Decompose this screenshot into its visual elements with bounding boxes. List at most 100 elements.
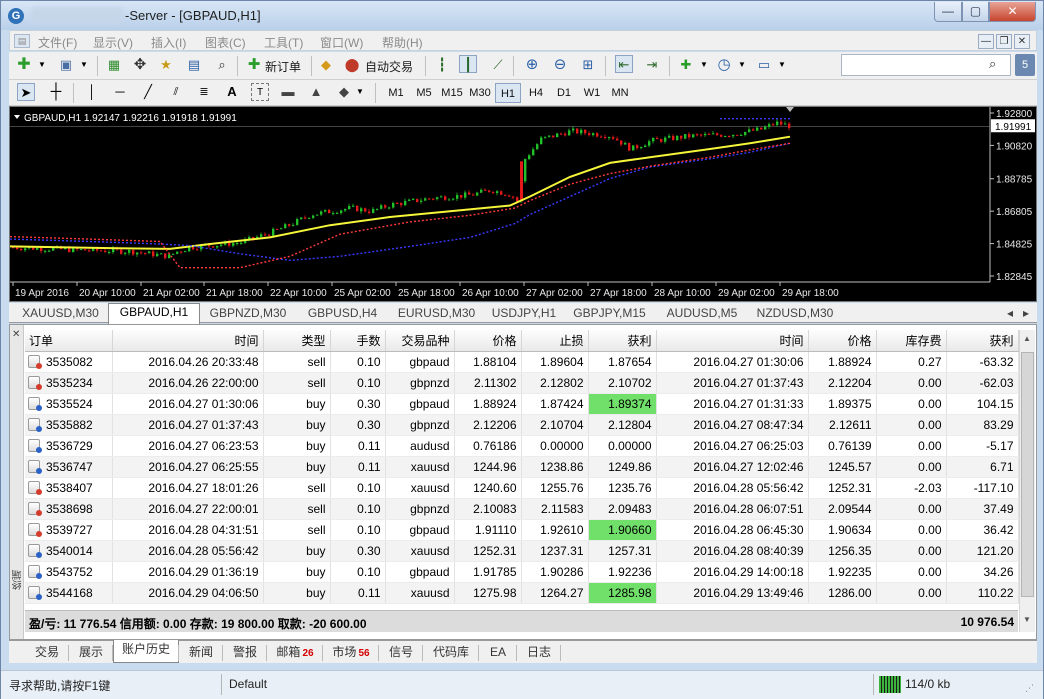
table-row[interactable]: 3535234 2016.04.26 22:00:00 sell 0.10 gbpnzd… [25,372,1019,394]
bar-chart-icon[interactable]: ┇ [433,56,451,74]
table-row[interactable]: 3535882 2016.04.27 01:37:43 buy 0.30 gbpnzd 2… [25,414,1019,436]
dropdown-arrow-icon[interactable]: ▼ [351,83,369,101]
table-row[interactable]: 3536747 2016.04.27 06:25:55 buy 0.11 xauusd 1… [25,456,1019,478]
column-header[interactable]: 价格 [454,330,522,352]
table-row[interactable]: 3535524 2016.04.27 01:30:06 buy 0.30 gbpaud 1… [25,393,1019,415]
menu-file[interactable]: 文件(F) [38,34,77,51]
terminal-tab-0[interactable]: 交易 [25,643,69,663]
doc-icon[interactable]: ▤ [14,34,30,48]
scrollbar-thumb[interactable] [1021,352,1034,597]
text-label-icon[interactable]: T [251,83,269,101]
mdi-close-icon[interactable]: ✕ [1014,34,1030,49]
new-order-button[interactable]: 新订单 [265,58,301,75]
strategy-tester-icon[interactable]: ⌕ [213,56,231,74]
trendline-icon[interactable]: ╱ [139,83,157,101]
mdi-minimize-icon[interactable]: — [978,34,994,49]
timeframe-m15[interactable]: M15 [439,83,465,103]
column-header[interactable]: 交易品种 [385,330,455,352]
dropdown-arrow-icon[interactable]: ▼ [733,56,751,74]
new-order-icon[interactable]: ✚ [245,56,263,74]
table-row[interactable]: 3535082 2016.04.26 20:33:48 sell 0.10 gbpaud… [25,351,1019,373]
rectangle-icon[interactable]: ▬ [279,83,297,101]
timeframe-d1[interactable]: D1 [551,83,577,103]
vertical-line-icon[interactable]: │ [83,83,101,101]
menu-charts[interactable]: 图表(C) [205,34,246,51]
tab-scroll-left-icon[interactable]: ◂ [1003,305,1017,323]
chart-tab-xauusd-m30[interactable]: XAUUSD,M30 [13,305,108,323]
timeframe-h1[interactable]: H1 [495,83,521,103]
table-row[interactable]: 3539727 2016.04.28 04:31:51 sell 0.10 gbpaud… [25,519,1019,541]
chart-shift-icon[interactable]: ⇥ [643,56,661,74]
menu-insert[interactable]: 插入(I) [151,34,186,51]
dropdown-arrow-icon[interactable]: ▼ [75,56,93,74]
timeframe-mn[interactable]: MN [607,83,633,103]
periods-clock-icon[interactable]: ◷ [715,56,733,74]
tile-windows-icon[interactable]: ⊞ [579,56,597,74]
terminal-tab-10[interactable]: 日志 [517,643,561,663]
chart-tab-nzdusd-m30[interactable]: NZDUSD,M30 [749,305,841,323]
price-chart[interactable]: 1.92800 1.90820 1.88785 1.86805 1.84825 1.828… [9,106,1037,302]
column-header[interactable]: 获利 [588,330,657,352]
table-row[interactable]: 3536729 2016.04.27 06:23:53 buy 0.11 audusd 0… [25,435,1019,457]
mdi-restore-icon[interactable]: ❐ [996,34,1012,49]
column-header[interactable]: 手数 [330,330,386,352]
column-header[interactable]: 订单 [25,330,113,352]
fibonacci-icon[interactable]: ≣ [195,83,213,101]
timeframe-w1[interactable]: W1 [579,83,605,103]
app-icon[interactable]: G [8,8,24,24]
terminal-close-icon[interactable]: ✕ [12,329,20,340]
timeframe-h4[interactable]: H4 [523,83,549,103]
chart-tab-audusd-m5[interactable]: AUDUSD,M5 [655,305,749,323]
terminal-tab-5[interactable]: 邮箱 26 [267,643,323,663]
chart-tab-usdjpy-h1[interactable]: USDJPY,H1 [484,305,564,323]
indicators-icon[interactable]: ✚ [677,56,695,74]
chart-tab-gbpnzd-m30[interactable]: GBPNZD,M30 [200,305,296,323]
terminal-tab-8[interactable]: 代码库 [423,643,479,663]
timeframe-m1[interactable]: M1 [383,83,409,103]
table-row[interactable]: 3538407 2016.04.27 18:01:26 sell 0.10 xauusd… [25,477,1019,499]
chart-menu-arrow-icon[interactable] [14,115,20,119]
crosshair-icon[interactable]: ┼ [47,83,65,101]
channel-icon[interactable]: ⫽ [167,83,185,101]
menu-help[interactable]: 帮助(H) [382,34,423,51]
dropdown-arrow-icon[interactable]: ▼ [695,56,713,74]
menu-window[interactable]: 窗口(W) [320,34,363,51]
table-row[interactable]: 3538698 2016.04.27 22:00:01 sell 0.10 gbpnzd… [25,498,1019,520]
scroll-up-icon[interactable]: ▲ [1023,334,1031,343]
auto-trading-button[interactable]: 自动交易 [365,58,413,75]
column-header[interactable]: 止损 [521,330,589,352]
profiles-icon[interactable]: ▣ [57,56,75,74]
community-icon[interactable]: 5 [1015,54,1035,76]
search-icon[interactable]: ⌕ [989,56,996,72]
dropdown-arrow-icon[interactable]: ▼ [773,56,791,74]
table-row[interactable]: 3543752 2016.04.29 01:36:19 buy 0.10 gbpaud 1… [25,561,1019,583]
scroll-down-icon[interactable]: ▼ [1023,615,1031,624]
dropdown-arrow-icon[interactable]: ▼ [33,56,51,74]
line-chart-icon[interactable]: ⟋ [489,56,507,74]
column-header[interactable]: 获利 [946,330,1019,352]
chart-tab-gbpjpy-m15[interactable]: GBPJPY,M15 [564,305,655,323]
chart-tab-eurusd-m30[interactable]: EURUSD,M30 [389,305,484,323]
text-tool-icon[interactable]: A [223,83,241,101]
candlestick-chart-icon[interactable]: ┃ [459,55,477,73]
menu-tools[interactable]: 工具(T) [264,34,303,51]
close-button[interactable]: ✕ [989,2,1036,22]
chart-tab-gbpusd-h4[interactable]: GBPUSD,H4 [296,305,389,323]
tab-scroll-right-icon[interactable]: ▸ [1019,305,1033,323]
terminal-tab-6[interactable]: 市场 56 [323,643,379,663]
column-header[interactable]: 库存费 [876,330,947,352]
terminal-tab-4[interactable]: 警报 [223,643,267,663]
terminal-tab-2[interactable]: 账户历史 [113,640,179,663]
navigator-icon[interactable]: ★ [157,56,175,74]
terminal-icon[interactable]: ▤ [185,56,203,74]
crosshair-move-icon[interactable]: ✥ [131,56,149,74]
arrow-up-icon[interactable]: ▲ [307,83,325,101]
timeframe-m5[interactable]: M5 [411,83,437,103]
auto-trading-icon[interactable]: ⬤ [343,56,361,74]
chart-canvas[interactable]: 1.92800 1.90820 1.88785 1.86805 1.84825 1.828… [10,107,1036,301]
column-header[interactable]: 价格 [808,330,877,352]
table-row[interactable]: 3544168 2016.04.29 04:06:50 buy 0.11 xauusd 1… [25,582,1019,604]
terminal-tab-3[interactable]: 新闻 [179,643,223,663]
vertical-scrollbar[interactable]: ▲ ▼ [1019,330,1035,632]
terminal-tab-9[interactable]: EA [479,643,517,663]
